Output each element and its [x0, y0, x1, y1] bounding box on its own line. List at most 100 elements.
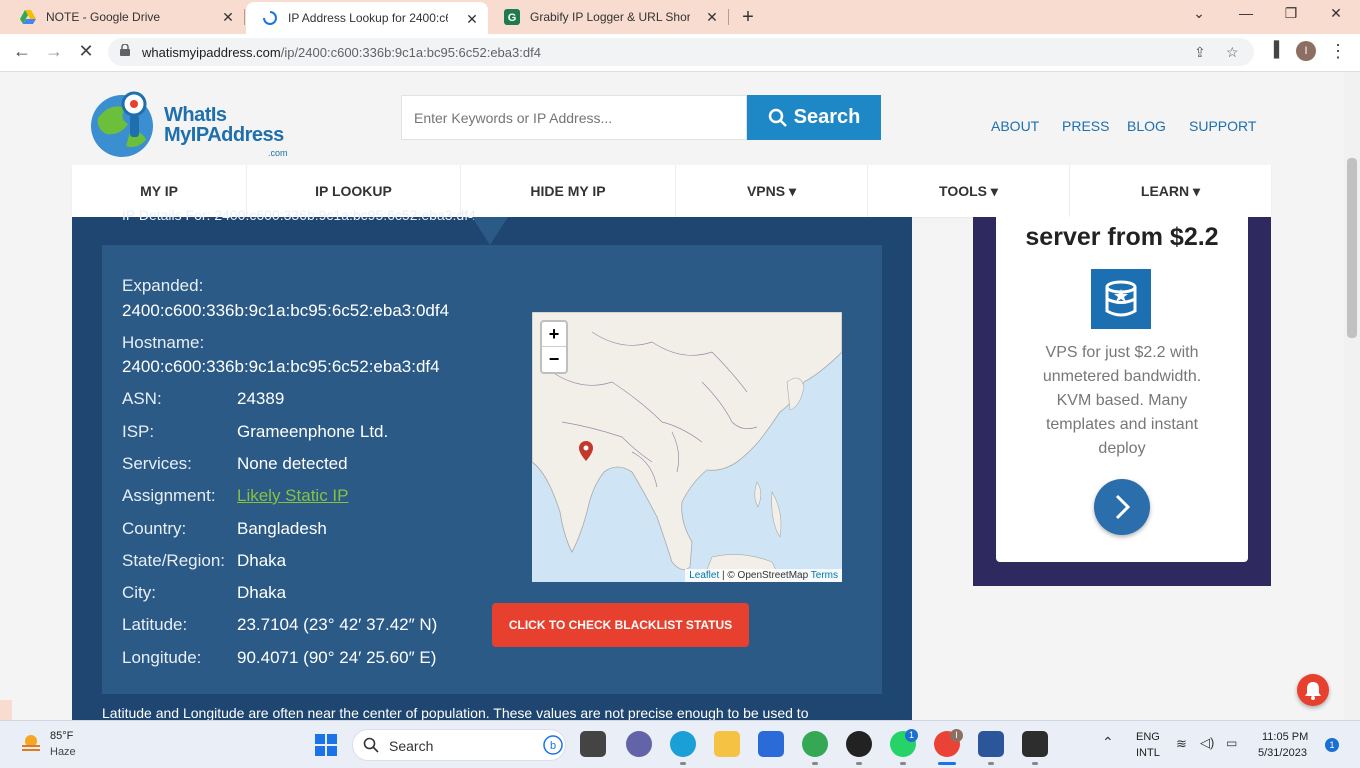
running-indicator: [856, 762, 862, 765]
loading-spinner-icon: [263, 11, 277, 25]
media-player-icon[interactable]: [846, 731, 872, 757]
zoom-in-button[interactable]: +: [542, 322, 566, 347]
bell-icon: [1305, 682, 1321, 700]
microsoft-store-icon[interactable]: [758, 731, 784, 757]
region-label: State/Region:: [122, 551, 226, 570]
tab-title: NOTE - Google Drive: [46, 10, 161, 24]
search-button[interactable]: Search: [747, 95, 881, 140]
page-viewport: WhatIs MyIPAddress .com Search ABOUT PRE…: [0, 72, 1344, 720]
ad-next-button[interactable]: [1094, 479, 1150, 535]
ip-details-box: Expanded: 2400:c600:336b:9c1a:bc95:6c52:…: [102, 245, 882, 694]
menu-kebab-icon[interactable]: ⋮: [1326, 41, 1350, 62]
taskbar-search-box[interactable]: Search b: [352, 729, 566, 761]
volume-icon[interactable]: ◁): [1200, 735, 1214, 751]
lock-icon[interactable]: [120, 44, 130, 56]
clock-date[interactable]: 5/31/2023: [1258, 747, 1307, 759]
chevron-right-icon: [1115, 494, 1131, 520]
site-logo[interactable]: WhatIs MyIPAddress .com: [88, 88, 308, 162]
location-map[interactable]: + − Leaflet | © OpenStreetMap Terms: [532, 312, 842, 582]
scrollbar-thumb[interactable]: [1347, 158, 1357, 338]
chrome-profile-badge: I: [950, 729, 963, 742]
maximize-icon[interactable]: ❐: [1279, 5, 1303, 22]
link-press[interactable]: PRESS: [1062, 118, 1109, 134]
close-tab-icon[interactable]: ✕: [464, 11, 480, 28]
asn-label: ASN:: [122, 389, 162, 408]
link-about[interactable]: ABOUT: [991, 118, 1039, 134]
svg-text:G: G: [508, 12, 517, 24]
notification-bell-button[interactable]: [1297, 674, 1329, 706]
close-window-icon[interactable]: ✕: [1324, 5, 1348, 22]
tab-search-chevron-icon[interactable]: ⌄: [1187, 5, 1211, 22]
search-icon: [768, 108, 787, 127]
bing-icon[interactable]: b: [543, 735, 563, 755]
side-widget-tab[interactable]: [0, 700, 12, 720]
new-tab-icon[interactable]: +: [738, 6, 758, 29]
share-icon[interactable]: ⇪: [1194, 44, 1206, 61]
tray-chevron-up-icon[interactable]: ⌃: [1102, 734, 1114, 751]
minimize-icon[interactable]: —: [1234, 5, 1258, 21]
search-input[interactable]: [401, 95, 747, 140]
stop-loading-icon[interactable]: ✕: [74, 41, 98, 62]
battery-icon[interactable]: ▭: [1226, 736, 1237, 750]
logo-line-2: MyIPAddress: [164, 124, 284, 146]
profile-avatar[interactable]: I: [1296, 41, 1316, 61]
globe-logo-icon: [91, 91, 153, 157]
task-view-icon[interactable]: [580, 731, 606, 757]
ip-details-panel: IP Details For: 2400:c600:336b:9c1a:bc95…: [72, 207, 912, 720]
word-icon[interactable]: [978, 731, 1004, 757]
terms-link[interactable]: Terms: [811, 570, 838, 581]
search-icon: [363, 737, 379, 753]
ad-card[interactable]: server from $2.2 VPS for just $2.2 with …: [996, 217, 1248, 562]
browser-toolbar: ← → ✕ whatismyipaddress.com/ip/2400:c600…: [0, 34, 1360, 72]
isp-value: Grameenphone Ltd.: [237, 422, 389, 441]
hostname-label: Hostname:: [122, 333, 205, 352]
zoom-out-button[interactable]: −: [542, 347, 566, 372]
file-explorer-icon[interactable]: [714, 731, 740, 757]
tray-keyboard-layout[interactable]: INTL: [1136, 747, 1160, 759]
taskbar-search-label: Search: [389, 738, 434, 754]
nav-tools[interactable]: TOOLS ▾: [868, 165, 1070, 217]
terminal-icon[interactable]: [1022, 731, 1048, 757]
map-zoom-control: + −: [540, 320, 568, 374]
whatsapp-badge: 1: [905, 729, 918, 742]
leaflet-link[interactable]: Leaflet: [689, 570, 719, 581]
address-bar[interactable]: whatismyipaddress.com/ip/2400:c600:336b:…: [108, 38, 1254, 66]
clock-time[interactable]: 11:05 PM: [1262, 731, 1308, 743]
back-arrow-icon[interactable]: ←: [10, 41, 34, 62]
forward-arrow-icon[interactable]: →: [42, 41, 66, 62]
link-blog[interactable]: BLOG: [1127, 118, 1166, 134]
grabify-icon: G: [504, 9, 520, 25]
link-support[interactable]: SUPPORT: [1189, 118, 1256, 134]
page-scrollbar[interactable]: [1344, 72, 1360, 720]
close-tab-icon[interactable]: ✕: [704, 9, 720, 26]
close-tab-icon[interactable]: ✕: [220, 9, 236, 26]
location-marker-icon[interactable]: [579, 441, 593, 461]
country-label: Country:: [122, 519, 187, 538]
haze-weather-icon[interactable]: [20, 733, 42, 755]
tray-language[interactable]: ENG: [1136, 731, 1160, 743]
details-heading: IP Details For: 2400:c600:336b:9c1a:bc95…: [122, 207, 476, 223]
wifi-icon[interactable]: ≋: [1176, 736, 1187, 752]
location-footnote: Latitude and Longitude are often near th…: [102, 705, 809, 720]
tab-google-drive[interactable]: NOTE - Google Drive ✕: [4, 0, 244, 34]
side-panel-icon[interactable]: ▐: [1262, 41, 1286, 58]
longitude-label: Longitude:: [122, 648, 202, 667]
nav-learn[interactable]: LEARN ▾: [1070, 165, 1271, 217]
nav-vpns[interactable]: VPNS ▾: [676, 165, 868, 217]
windows-start-icon[interactable]: [314, 733, 338, 757]
tab-grabify[interactable]: G Grabify IP Logger & URL Shorten ✕: [488, 0, 728, 34]
browser-tab-strip: NOTE - Google Drive ✕ IP Address Lookup …: [0, 0, 1360, 34]
teams-chat-icon[interactable]: [626, 731, 652, 757]
svg-text:b: b: [550, 740, 556, 752]
notification-count-badge[interactable]: 1: [1325, 738, 1339, 752]
assignment-link[interactable]: Likely Static IP: [237, 486, 349, 506]
edge-browser-icon[interactable]: [670, 731, 696, 757]
bookmark-star-icon[interactable]: ☆: [1226, 44, 1239, 61]
tab-ip-lookup[interactable]: IP Address Lookup for 2400:c600 ✕: [246, 2, 488, 34]
chrome-icon[interactable]: [802, 731, 828, 757]
windows-taskbar: 85°F Haze Search b 1 I ⌃ ENG INTL ≋ ◁) ▭: [0, 720, 1360, 768]
running-indicator: [812, 762, 818, 765]
blacklist-check-button[interactable]: CLICK TO CHECK BLACKLIST STATUS: [492, 603, 749, 647]
weather-temperature: 85°F: [50, 730, 74, 742]
logo-line-3: .com: [268, 148, 288, 158]
